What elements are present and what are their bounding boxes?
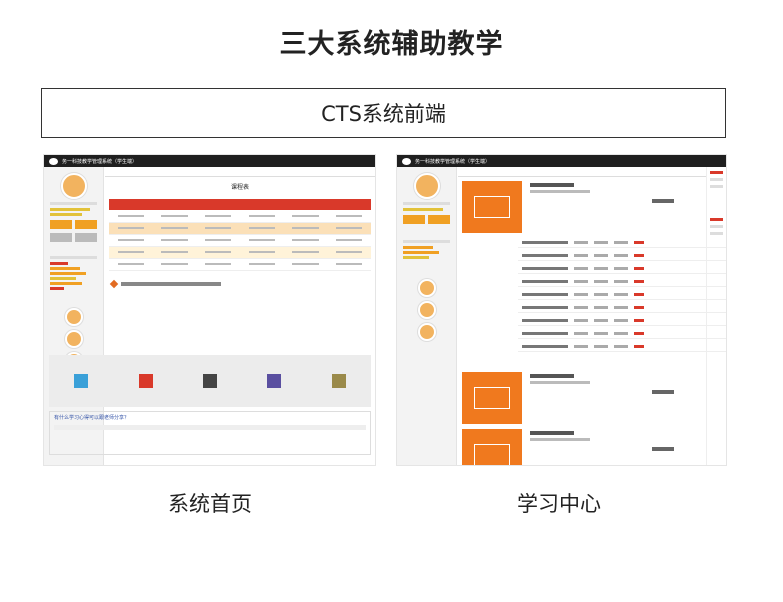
- note-editor[interactable]: 有什么学习心得可以跟老师分享？: [49, 411, 371, 455]
- chapter-row[interactable]: [518, 263, 726, 274]
- task-tiles: [49, 355, 371, 407]
- page-title: 三大系统辅助教学: [279, 29, 504, 60]
- section-label: CTS系统前端: [321, 102, 446, 126]
- tile-homework[interactable]: [113, 355, 177, 407]
- sidebar-button[interactable]: [75, 233, 97, 242]
- section-banner: CTS系统前端: [41, 88, 726, 138]
- sidebar-buttons: [50, 220, 97, 229]
- course-note: [652, 199, 674, 203]
- sidebar-line: [50, 256, 97, 259]
- course-info: [530, 183, 590, 193]
- main-content: ​ ​ ​ ​ ​: [458, 167, 726, 465]
- screenshot-learning: 务一科技教学管理系统（学生端） ​ ​ ​ ​ ​: [396, 154, 727, 466]
- course-info: [530, 374, 590, 384]
- app-title: 务一科技教学管理系统（学生端）: [415, 158, 491, 165]
- chapter-row[interactable]: [518, 315, 726, 326]
- task-icon: [109, 279, 119, 288]
- course-card[interactable]: [462, 429, 726, 465]
- rail-line: [710, 178, 723, 181]
- book-icon: [138, 374, 153, 388]
- avatar: [60, 173, 87, 199]
- sidebar-buttons: [403, 215, 450, 224]
- course-cover: [462, 429, 522, 465]
- stat-bar: [403, 246, 433, 249]
- sidebar: [397, 167, 457, 465]
- avatar: [417, 301, 436, 319]
- course-cover: [462, 372, 522, 424]
- editor-toolbar: [54, 425, 366, 430]
- progress-bar: [50, 208, 90, 211]
- avatar: [64, 308, 83, 326]
- app-logo-icon: [402, 157, 411, 165]
- course-card[interactable]: [462, 372, 726, 432]
- progress-bar: [50, 213, 82, 216]
- sidebar-line: [403, 202, 450, 205]
- schedule-title: 课程表: [230, 184, 249, 191]
- rail-accent: [710, 218, 723, 221]
- course-card[interactable]: [462, 181, 726, 241]
- stat-bar: [50, 262, 68, 265]
- rail-line: [710, 225, 723, 228]
- progress-bar: [403, 208, 443, 211]
- right-rail: [706, 167, 726, 465]
- schedule-date: ​: [105, 191, 375, 196]
- rail-accent: [710, 171, 723, 174]
- sidebar-button[interactable]: [75, 220, 97, 229]
- stat-bar: [403, 256, 429, 259]
- sidebar-button[interactable]: [50, 220, 72, 229]
- tile-cases[interactable]: [242, 355, 306, 407]
- stat-bar: [50, 282, 82, 285]
- sidebar-line: [50, 202, 97, 205]
- knowledge-icon: [203, 374, 218, 388]
- sidebar-button[interactable]: [403, 215, 425, 224]
- course-cover: [462, 181, 522, 233]
- tile-checkin[interactable]: [49, 355, 113, 407]
- document-icon: [331, 374, 346, 388]
- course-note: [652, 390, 674, 394]
- chapter-row[interactable]: [518, 302, 726, 313]
- stat-bar: [50, 267, 80, 270]
- cases-icon: [267, 374, 282, 388]
- app-topbar: 务一科技教学管理系统（学生端）: [397, 155, 726, 167]
- avatar: [413, 173, 440, 199]
- tile-docs[interactable]: [307, 355, 371, 407]
- sidebar-buttons: [50, 233, 97, 242]
- calendar-icon: [74, 374, 89, 388]
- stat-bar: [50, 272, 86, 275]
- task-header: [109, 279, 375, 288]
- handwriting-text: 有什么学习心得可以跟老师分享？: [54, 415, 130, 421]
- app-title: 务一科技教学管理系统（学生端）: [62, 158, 138, 165]
- avatar: [417, 323, 436, 341]
- caption-learning: 学习中心: [517, 492, 601, 516]
- stat-bar: [403, 251, 439, 254]
- avatar: [417, 279, 436, 297]
- chapter-row[interactable]: [518, 250, 726, 261]
- chapter-row[interactable]: [518, 289, 726, 300]
- chapter-row[interactable]: [518, 237, 726, 248]
- tile-knowledge[interactable]: [178, 355, 242, 407]
- app-logo-icon: [49, 157, 58, 165]
- stat-bar: [50, 287, 64, 290]
- avatar: [64, 330, 83, 348]
- nav-tabs: ​ ​ ​ ​ ​: [458, 167, 706, 177]
- rail-line: [710, 232, 723, 235]
- stat-bar: [50, 277, 76, 280]
- sidebar-line: [403, 240, 450, 243]
- task-text: [121, 281, 221, 286]
- app-topbar: 务一科技教学管理系统（学生端）: [44, 155, 375, 167]
- course-info: [530, 431, 590, 441]
- screenshot-home: 务一科技教学管理系统（学生端） ​ ​ ​ ​ ​: [43, 154, 376, 466]
- sidebar-button[interactable]: [428, 215, 450, 224]
- chapter-row[interactable]: [518, 341, 726, 352]
- sidebar-button[interactable]: [50, 233, 72, 242]
- chapter-row[interactable]: [518, 276, 726, 287]
- caption-home: 系统首页: [168, 492, 252, 516]
- schedule-table: [109, 199, 371, 271]
- nav-tabs: ​ ​ ​ ​ ​: [105, 167, 375, 177]
- course-note: [652, 447, 674, 451]
- chapter-row[interactable]: [518, 328, 726, 339]
- rail-line: [710, 185, 723, 188]
